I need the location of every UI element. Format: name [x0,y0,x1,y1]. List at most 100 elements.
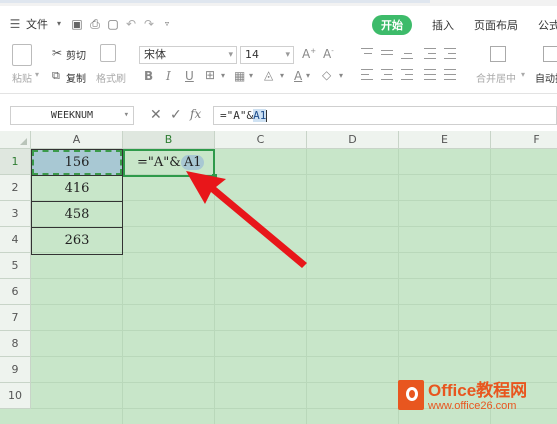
copy-button[interactable]: 复制 [66,70,86,85]
justify-icon[interactable] [424,69,438,81]
scissors-icon[interactable]: ✂ [52,46,62,60]
align-line [401,79,413,80]
tab-insert[interactable]: 插入 [432,17,454,33]
distributed-icon[interactable] [444,69,458,81]
auto-wrap-icon[interactable] [543,46,557,62]
cell-style-icon[interactable]: ▦ [234,69,245,83]
format-painter-group[interactable] [100,44,116,62]
font-name-select[interactable]: 宋体 ▾ [139,46,237,64]
clear-dropdown-icon[interactable]: ▾ [339,71,343,80]
tab-page-layout[interactable]: 页面布局 [474,17,518,33]
align-center-icon[interactable] [381,69,395,81]
align-line [381,54,393,55]
paste-group[interactable] [12,44,32,66]
fill-color-dropdown-icon[interactable]: ▾ [280,71,284,80]
formula-prefix: ="A"& [220,109,254,122]
italic-icon[interactable]: I [166,69,171,83]
watermark-title: Office教程网 [428,381,528,400]
font-color-icon[interactable]: A [294,69,302,83]
watermark-url: www.office26.com [428,400,517,412]
file-menu[interactable]: 文件 [26,16,48,32]
align-line [448,53,456,54]
name-box[interactable]: WEEKNUM ▾ [10,106,134,125]
paste-dropdown-icon[interactable]: ▾ [35,70,39,79]
align-middle-icon[interactable] [381,48,395,60]
align-top-icon[interactable] [361,48,375,60]
align-line [381,69,393,70]
align-line [444,74,456,75]
chevron-down-icon: ▾ [228,50,233,60]
align-line [424,69,436,70]
watermark: Office教程网 www.office26.com [396,374,556,420]
tab-formulas[interactable]: 公式 [538,17,557,33]
merge-center-button[interactable]: 合并居中 [476,70,516,85]
align-line [424,58,436,59]
align-line [384,74,392,75]
ribbon-toolbar: 粘贴 ▾ ✂ 剪切 ⧉ 复制 格式刷 宋体 ▾ 14 ▾ A+ A- B I U… [0,38,557,94]
tab-home[interactable]: 开始 [372,15,412,35]
title-strip [0,0,557,6]
align-line [381,79,393,80]
align-bottom-icon[interactable] [401,48,415,60]
print-preview-icon[interactable]: ▢ [106,17,120,31]
align-line [424,79,436,80]
merge-dropdown-icon[interactable]: ▾ [521,70,525,79]
copy-icon[interactable]: ⧉ [52,69,60,83]
align-line [444,58,456,59]
align-line [401,58,413,59]
spreadsheet-app: ☰ 文件 ▾ ▣ ⎙ ▢ ↶ ↷ ▿ 开始 插入 页面布局 公式 粘贴 ▾ ✂ … [0,0,557,424]
format-painter-button[interactable]: 格式刷 [96,70,126,85]
format-painter-icon [100,44,116,62]
bold-icon[interactable]: B [144,69,153,83]
align-line [424,48,436,49]
insert-function-icon[interactable]: fx [190,107,201,121]
menu-bar: ☰ 文件 ▾ ▣ ⎙ ▢ ↶ ↷ ▿ 开始 插入 页面布局 公式 [0,12,557,36]
increase-font-icon[interactable]: A+ [302,47,316,61]
text-cursor [266,110,268,122]
confirm-formula-icon[interactable]: ✓ [170,107,182,123]
align-right-icon[interactable] [401,69,415,81]
align-line [401,69,413,70]
underline-icon[interactable]: U [185,69,194,83]
merge-center-icon[interactable] [490,46,506,62]
border-icon[interactable]: ⊞ [205,68,215,82]
hamburger-menu-icon[interactable]: ☰ [8,17,22,31]
decrease-font-icon[interactable]: A- [323,47,334,61]
menu-left: ☰ 文件 ▾ ▣ ⎙ ▢ ↶ ↷ ▿ [8,16,174,32]
font-name-value: 宋体 [144,48,166,61]
align-line [361,74,369,75]
chevron-down-icon: ▾ [285,50,290,60]
office-logo-icon [398,380,424,410]
cut-button[interactable]: 剪切 [66,47,86,62]
font-size-select[interactable]: 14 ▾ [240,46,294,64]
font-color-dropdown-icon[interactable]: ▾ [306,71,310,80]
font-size-value: 14 [245,48,259,61]
indent-increase-icon[interactable] [444,48,458,60]
align-line [405,74,413,75]
print-icon[interactable]: ⎙ [88,17,102,31]
formula-reference: A1 [253,109,267,122]
paste-label[interactable]: 粘贴 [12,70,32,85]
chevron-down-icon[interactable]: ▾ [52,17,66,31]
redo-icon[interactable]: ↷ [142,17,156,31]
border-dropdown-icon[interactable]: ▾ [221,71,225,80]
align-line [404,53,412,54]
name-box-value: WEEKNUM [50,110,94,121]
align-line [364,53,372,54]
undo-icon[interactable]: ↶ [124,17,138,31]
cancel-formula-icon[interactable]: ✕ [150,107,162,123]
ribbon-tabs: 开始 插入 页面布局 公式 [372,15,557,35]
arrow-shape [186,171,307,268]
cell-style-dropdown-icon[interactable]: ▾ [249,71,253,80]
fill-color-icon[interactable]: ◬ [264,68,273,82]
align-line [444,69,456,70]
quick-access-dropdown-icon[interactable]: ▿ [160,17,174,31]
save-icon[interactable]: ▣ [70,17,84,31]
align-line [428,53,436,54]
align-line [361,48,373,49]
auto-wrap-button[interactable]: 自动换 [535,70,557,85]
indent-decrease-icon[interactable] [424,48,438,60]
clear-format-icon[interactable]: ◇ [322,68,331,82]
formula-input[interactable]: ="A"&A1 [213,106,557,125]
align-left-icon[interactable] [361,69,375,81]
